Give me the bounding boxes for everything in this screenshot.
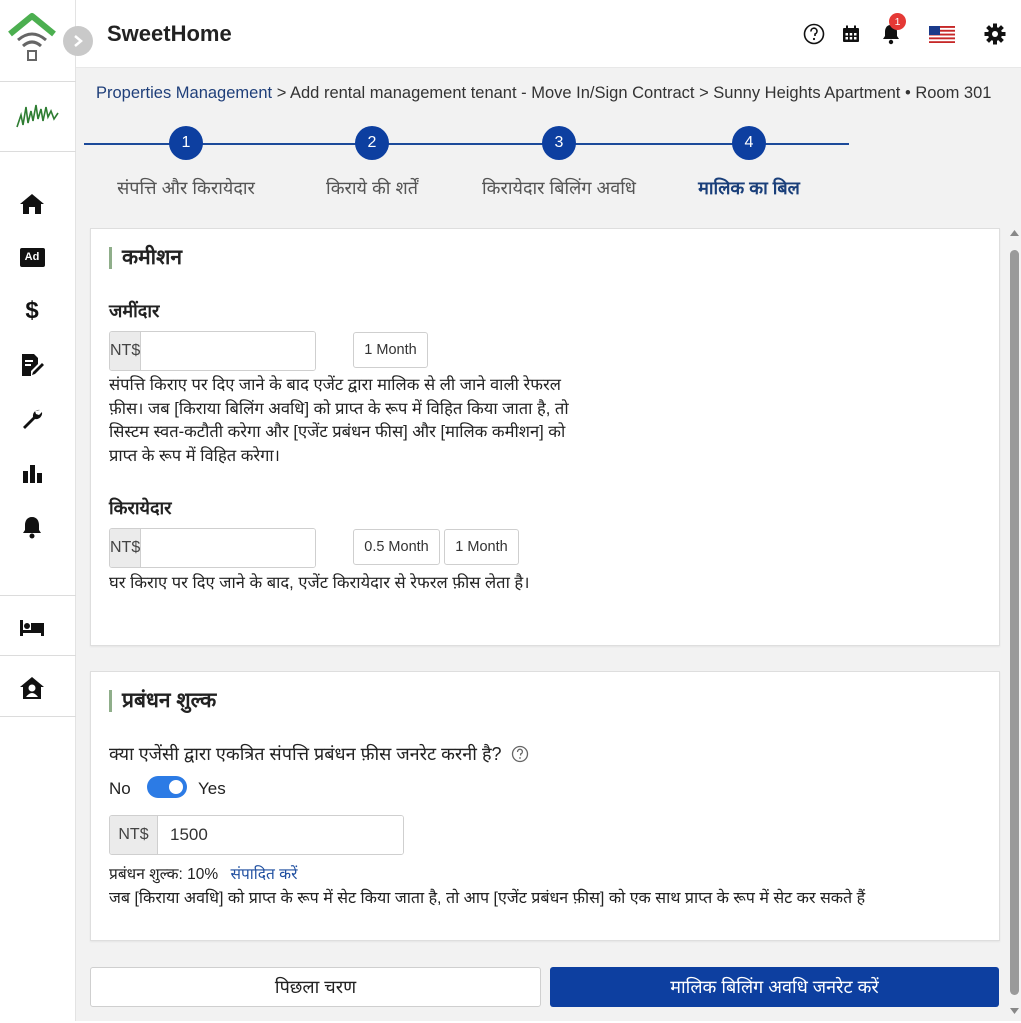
step-3-label[interactable]: किरायेदार बिलिंग अवधि <box>482 176 636 200</box>
management-fee-question-text: क्या एजेंसी द्वारा एकत्रित संपत्ति प्रबं… <box>109 744 502 764</box>
management-fee-question: क्या एजेंसी द्वारा एकत्रित संपत्ति प्रबं… <box>109 742 529 766</box>
currency-prefix: NT$ <box>110 816 158 854</box>
brand-signature-logo <box>0 82 76 152</box>
toggle-knob <box>167 778 185 796</box>
main-content: Properties Management > Add rental manag… <box>76 68 1021 1021</box>
tenant-commission-input[interactable] <box>141 529 315 567</box>
landlord-commission-input-group: NT$ <box>109 331 316 371</box>
management-fee-note: जब [किराया अवधि] को प्राप्त के रूप में स… <box>109 890 866 907</box>
sidebar-divider <box>0 655 76 656</box>
previous-step-button[interactable]: पिछला चरण <box>90 967 541 1007</box>
top-bar: SweetHome 1 <box>76 0 1021 68</box>
ad-icon-label: Ad <box>19 247 45 267</box>
generate-owner-billing-button[interactable]: मालिक बिलिंग अवधि जनरेट करें <box>550 967 999 1007</box>
tenant-commission-input-group: NT$ <box>109 528 316 568</box>
step-4-label[interactable]: मालिक का बिल <box>698 176 800 200</box>
sidebar-toggle-button[interactable] <box>63 26 93 56</box>
help-circle-icon[interactable] <box>511 745 529 763</box>
wrench-icon[interactable] <box>16 403 48 435</box>
management-fee-input[interactable] <box>158 816 403 854</box>
ad-icon[interactable]: Ad <box>16 241 48 273</box>
step-2-circle[interactable]: 2 <box>355 126 389 160</box>
home-icon[interactable] <box>16 188 48 220</box>
bell-icon[interactable] <box>16 511 48 543</box>
help-icon[interactable] <box>802 22 826 46</box>
tenant-description: घर किराए पर दिए जाने के बाद, एजेंट किराय… <box>109 574 530 592</box>
notification-badge: 1 <box>889 13 906 30</box>
landlord-commission-input[interactable] <box>141 332 315 370</box>
step-1-label[interactable]: संपत्ति और किरायेदार <box>117 176 255 200</box>
app-title: SweetHome <box>107 21 232 46</box>
tenant-half-month-button[interactable]: 0.5 Month <box>353 529 440 565</box>
landlord-1-month-button[interactable]: 1 Month <box>353 332 428 368</box>
us-flag-icon[interactable] <box>928 22 956 46</box>
step-2-label[interactable]: किराये की शर्तें <box>326 176 418 200</box>
breadcrumb-path: > Add rental management tenant - Move In… <box>272 84 992 102</box>
landlord-description: संपत्ति किराए पर दिए जाने के बाद एजेंट द… <box>109 376 569 465</box>
contract-edit-icon[interactable] <box>16 349 48 381</box>
sidebar-divider <box>0 716 76 717</box>
commission-card: कमीशन जमींदार NT$ 1 Month संपत्ति किराए … <box>90 228 1000 646</box>
currency-prefix: NT$ <box>110 332 142 370</box>
management-fee-title: प्रबंधन शुल्क <box>109 690 216 712</box>
sidebar: Ad $ <box>0 0 76 1021</box>
landlord-label: जमींदार <box>109 301 160 321</box>
tenant-1-month-button[interactable]: 1 Month <box>444 529 519 565</box>
edit-fee-link[interactable]: संपादित करें <box>231 866 298 883</box>
toggle-no-label: No <box>109 779 131 798</box>
management-fee-rate: प्रबंधन शुल्क: 10% <box>109 866 219 883</box>
sidebar-divider <box>0 595 76 596</box>
notification-bell-icon[interactable]: 1 <box>879 13 906 46</box>
step-3-circle[interactable]: 3 <box>542 126 576 160</box>
currency-prefix: NT$ <box>110 529 142 567</box>
breadcrumb-properties-link[interactable]: Properties Management <box>96 84 272 102</box>
breadcrumb: Properties Management > Add rental manag… <box>96 84 991 103</box>
vertical-scrollbar[interactable] <box>1008 228 1021 1018</box>
commission-title: कमीशन <box>109 247 182 269</box>
house-user-icon[interactable] <box>16 672 48 704</box>
management-fee-rate-row: प्रबंधन शुल्क: 10% संपादित करें <box>109 862 297 884</box>
management-fee-card: प्रबंधन शुल्क क्या एजेंसी द्वारा एकत्रित… <box>90 671 1000 941</box>
step-indicator: 1 2 3 4 संपत्ति और किरायेदार किराये की श… <box>84 124 849 204</box>
dollar-icon-label: $ <box>25 297 39 324</box>
calendar-icon[interactable] <box>839 22 863 46</box>
generate-fee-toggle[interactable] <box>147 776 187 798</box>
management-fee-input-group: NT$ <box>109 815 404 855</box>
tenant-label: किरायेदार <box>109 498 172 518</box>
bed-icon[interactable] <box>16 611 48 643</box>
toggle-yes-label: Yes <box>198 779 226 798</box>
bar-chart-icon[interactable] <box>16 457 48 489</box>
step-1-circle[interactable]: 1 <box>169 126 203 160</box>
step-4-circle[interactable]: 4 <box>732 126 766 160</box>
dollar-icon[interactable]: $ <box>16 295 48 327</box>
chevron-right-icon <box>74 35 83 47</box>
gear-icon[interactable] <box>983 22 1007 46</box>
